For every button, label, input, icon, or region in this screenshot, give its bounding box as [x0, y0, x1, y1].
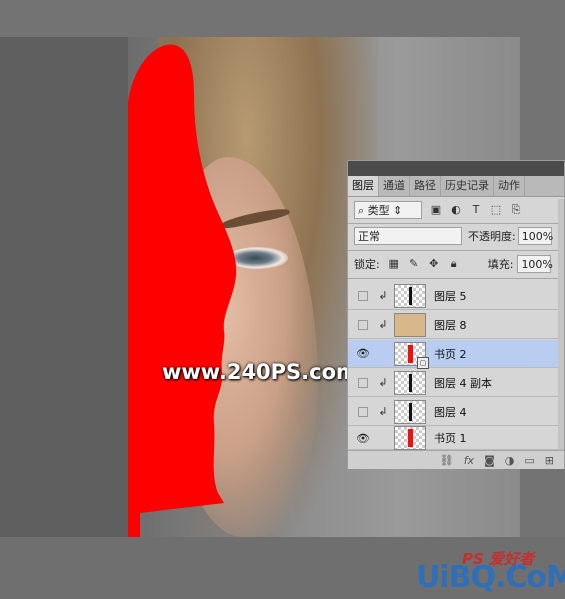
- kind-label: 类型: [367, 204, 390, 217]
- layer-row[interactable]: ↲ 图层 5: [348, 282, 564, 310]
- layer-thumbnail: ▢: [394, 341, 429, 369]
- pixel-filter-icon[interactable]: ▣: [430, 204, 442, 216]
- tab-paths[interactable]: 路径: [410, 176, 441, 196]
- layer-row-selected[interactable]: 👁︎ ▢ 书页 2: [348, 340, 564, 369]
- adjustment-filter-icon[interactable]: ◐: [450, 204, 462, 216]
- opacity-value: 100%: [521, 230, 554, 243]
- tab-channels[interactable]: 通道: [379, 176, 410, 196]
- tab-history[interactable]: 历史记录: [441, 176, 494, 196]
- divider: [348, 223, 564, 224]
- panel-scrollbar[interactable]: [558, 199, 564, 449]
- lock-transparent-icon[interactable]: ▦: [388, 258, 400, 270]
- panel-footer: ⛓ fx ◙ ◑ ▭ ⊞: [348, 450, 564, 469]
- layer-row[interactable]: 👁︎ 书页 1: [348, 426, 564, 450]
- lock-brush-icon[interactable]: ✎: [408, 258, 420, 270]
- kind-filter-select[interactable]: ⌕ 类型 ⇕: [354, 201, 422, 219]
- blend-row: 正常 不透明度: 100%: [348, 225, 564, 247]
- filter-row: ⌕ 类型 ⇕ ▣ ◐ T ⬚ ⎘: [348, 199, 564, 221]
- watermark-text: www.240PS.com: [162, 360, 358, 384]
- layer-name: 图层 4 副本: [434, 376, 492, 390]
- smart-object-filter-icon[interactable]: ⎘: [510, 204, 522, 216]
- fill-label: 填充:: [487, 258, 514, 271]
- layer-row[interactable]: ↲ 图层 4: [348, 398, 564, 426]
- visibility-toggle[interactable]: [356, 289, 370, 303]
- blend-mode-select[interactable]: 正常: [354, 227, 462, 245]
- eye-icon[interactable]: 👁︎: [356, 431, 370, 445]
- fill-value: 100%: [521, 258, 553, 271]
- lock-move-icon[interactable]: ✥: [428, 258, 440, 270]
- fx-icon[interactable]: fx: [464, 454, 474, 467]
- lock-row: 锁定: ▦ ✎ ✥ 🔒︎ 填充: 100%: [348, 253, 564, 275]
- divider: [348, 250, 564, 251]
- clip-arrow-icon: ↲: [378, 289, 388, 302]
- mask-icon[interactable]: ◙: [484, 454, 495, 467]
- layer-thumbnail: [394, 426, 426, 450]
- eye-icon[interactable]: 👁︎: [356, 347, 370, 361]
- layer-row[interactable]: ↲ 图层 4 副本: [348, 369, 564, 397]
- clip-arrow-icon: ↲: [378, 318, 388, 331]
- panel-header-bar: [348, 161, 564, 176]
- fill-input[interactable]: 100%: [517, 255, 553, 273]
- divider: [348, 278, 564, 279]
- clip-arrow-icon: ↲: [378, 405, 388, 418]
- red-face-silhouette: [128, 44, 237, 537]
- opacity-label: 不透明度:: [468, 230, 516, 243]
- type-filter-icon[interactable]: T: [470, 204, 482, 216]
- layer-row[interactable]: ↲ 图层 8: [348, 311, 564, 339]
- smart-object-icon: ▢: [417, 356, 429, 369]
- blend-mode-value: 正常: [358, 230, 380, 243]
- layer-name: 图层 5: [434, 289, 467, 303]
- visibility-toggle[interactable]: [356, 376, 370, 390]
- layer-thumbnail: [394, 312, 426, 337]
- tab-actions[interactable]: 动作: [494, 176, 525, 196]
- site-brand-logo: UiBQ.CoM: [416, 560, 565, 595]
- layer-name: 书页 1: [434, 432, 467, 445]
- new-layer-icon[interactable]: ⊞: [545, 454, 554, 467]
- layer-name: 书页 2: [434, 347, 467, 361]
- layer-thumbnail: [394, 283, 426, 308]
- layer-thumbnail: [394, 399, 426, 424]
- visibility-toggle[interactable]: [356, 318, 370, 332]
- visibility-toggle[interactable]: [356, 405, 370, 419]
- lock-label: 锁定:: [354, 258, 380, 271]
- layers-panel: 图层 通道 路径 历史记录 动作 ⌕ 类型 ⇕ ▣ ◐ T ⬚ ⎘ 正常 不透明…: [347, 160, 565, 469]
- shape-filter-icon[interactable]: ⬚: [490, 204, 502, 216]
- clip-arrow-icon: ↲: [378, 376, 388, 389]
- folder-icon[interactable]: ▭: [524, 454, 534, 467]
- link-icon[interactable]: ⛓: [440, 454, 454, 467]
- panel-tabs: 图层 通道 路径 历史记录 动作: [348, 176, 564, 197]
- opacity-input[interactable]: 100%: [517, 227, 554, 245]
- adjustment-icon[interactable]: ◑: [505, 454, 515, 467]
- canvas-left-area: [0, 37, 140, 537]
- layer-name: 图层 4: [434, 405, 467, 419]
- layer-thumbnail: [394, 370, 426, 395]
- layer-name: 图层 8: [434, 318, 467, 332]
- tab-layers[interactable]: 图层: [348, 176, 379, 196]
- lock-all-icon[interactable]: 🔒︎: [448, 258, 460, 270]
